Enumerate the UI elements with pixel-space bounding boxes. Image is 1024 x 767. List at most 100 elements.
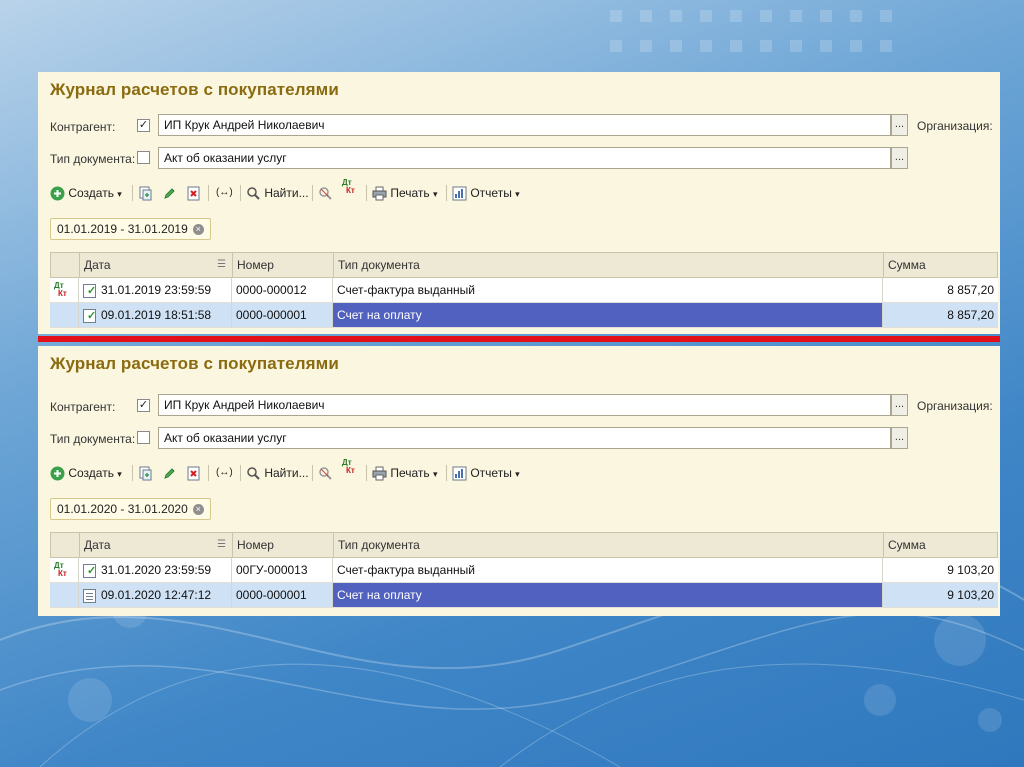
printer-icon (372, 186, 387, 201)
column-sum[interactable]: Сумма (883, 253, 999, 277)
refresh-button[interactable]: (↔) (216, 462, 233, 484)
row-date: 31.01.2020 23:59:59 (101, 563, 212, 577)
red-divider (38, 336, 1000, 342)
find-label: Найти... (264, 186, 309, 200)
plus-circle-icon (50, 186, 65, 201)
reports-button[interactable]: Отчеты ▾ (452, 182, 520, 204)
kontragent-field[interactable]: ИП Крук Андрей Николаевич (158, 114, 891, 136)
organization-label: Организация: (917, 119, 993, 133)
filter-icon: ☰ (217, 539, 226, 550)
toolbar: Создать ▾ (↔) Найти... Дт Кт Печать ▾ От… (50, 179, 990, 204)
period-text: 01.01.2019 - 31.01.2019 (57, 222, 188, 236)
refresh-button[interactable]: (↔) (216, 182, 233, 204)
dt-kt-icon: Дт Кт (342, 178, 355, 195)
row-doctype: Счет на оплату (332, 583, 882, 608)
dt-kt-icon: Дт Кт (54, 561, 67, 578)
column-doctype[interactable]: Тип документа (333, 253, 883, 277)
reports-label: Отчеты (470, 186, 512, 200)
period-filter[interactable]: 01.01.2020 - 31.01.2020 × (50, 498, 211, 520)
column-date[interactable]: Дата ☰ (79, 533, 232, 557)
print-button[interactable]: Печать ▾ (372, 182, 438, 204)
table-row[interactable]: Дт Кт ✓ 31.01.2019 23:59:59 0000-000012 Сч… (50, 278, 998, 303)
find-label: Найти... (264, 466, 309, 480)
clear-period-icon[interactable]: × (192, 504, 204, 516)
row-doctype: Счет-фактура выданный (332, 278, 882, 303)
reports-icon (452, 186, 467, 201)
pencil-icon (164, 188, 175, 200)
find-button[interactable]: Найти... (246, 182, 309, 204)
row-number: 00ГУ-000013 (231, 558, 332, 583)
column-sum[interactable]: Сумма (883, 533, 999, 557)
clear-period-icon[interactable]: × (192, 224, 204, 236)
delete-button[interactable] (186, 182, 201, 204)
create-label: Создать (68, 186, 114, 200)
table-row[interactable]: Дт Кт ✓ 31.01.2020 23:59:59 00ГУ-000013 Сч… (50, 558, 998, 583)
period-filter[interactable]: 01.01.2019 - 31.01.2019 × (50, 218, 211, 240)
doctype-checkbox[interactable] (137, 431, 150, 444)
document-posted-icon: ✓ (83, 563, 96, 578)
row-date: 09.01.2019 18:51:58 (101, 308, 212, 322)
dt-kt-button[interactable]: Дт Кт (342, 458, 355, 480)
documents-table: Дата ☰ Номер Тип документа Сумма Дт Кт ✓ 3… (50, 532, 998, 610)
document-posted-icon: ✓ (83, 283, 96, 298)
table-row-selected[interactable]: ✓ 09.01.2019 18:51:58 0000-000001 Счет на… (50, 303, 998, 328)
doctype-label: Тип документа: (50, 432, 136, 446)
column-number[interactable]: Номер (232, 533, 333, 557)
cancel-search-button[interactable] (318, 182, 333, 204)
dt-kt-button[interactable]: Дт Кт (342, 178, 355, 200)
edit-button[interactable] (162, 462, 177, 484)
kontragent-checkbox[interactable]: ✓ (137, 399, 150, 412)
toolbar: Создать ▾ (↔) Найти... Дт Кт Печать ▾ От… (50, 459, 990, 484)
kontragent-select-button[interactable]: ... (891, 114, 908, 136)
doctype-select-button[interactable]: ... (891, 427, 908, 449)
delete-icon (187, 466, 200, 481)
find-button[interactable]: Найти... (246, 462, 309, 484)
row-sum: 8 857,20 (882, 278, 998, 303)
copy-button[interactable] (138, 462, 153, 484)
plus-circle-icon (50, 466, 65, 481)
organization-label: Организация: (917, 399, 993, 413)
search-icon (247, 467, 260, 481)
documents-table: Дата ☰ Номер Тип документа Сумма Дт Кт ✓ 3… (50, 252, 998, 330)
doctype-field[interactable]: Акт об оказании услуг (158, 427, 891, 449)
row-number: 0000-000012 (231, 278, 332, 303)
edit-button[interactable] (162, 182, 177, 204)
row-sum: 9 103,20 (882, 558, 998, 583)
column-number[interactable]: Номер (232, 253, 333, 277)
kontragent-label: Контрагент: (50, 400, 116, 414)
print-label: Печать (390, 186, 430, 200)
doctype-label: Тип документа: (50, 152, 136, 166)
page-title: Журнал расчетов с покупателями (50, 80, 339, 99)
doctype-select-button[interactable]: ... (891, 147, 908, 169)
kontragent-checkbox[interactable]: ✓ (137, 119, 150, 132)
copy-icon (139, 466, 152, 481)
page-title: Журнал расчетов с покупателями (50, 354, 339, 373)
kontragent-label: Контрагент: (50, 120, 116, 134)
journal-panel-2019: Журнал расчетов с покупателями Контраген… (38, 72, 1000, 334)
create-label: Создать (68, 466, 114, 480)
cancel-search-button[interactable] (318, 462, 333, 484)
reports-label: Отчеты (470, 466, 512, 480)
copy-icon (139, 186, 152, 201)
reports-button[interactable]: Отчеты ▾ (452, 462, 520, 484)
create-button[interactable]: Создать ▾ (50, 182, 122, 204)
copy-button[interactable] (138, 182, 153, 204)
column-date[interactable]: Дата ☰ (79, 253, 232, 277)
search-cancel-icon (319, 467, 332, 481)
column-doctype[interactable]: Тип документа (333, 533, 883, 557)
row-doctype: Счет-фактура выданный (332, 558, 882, 583)
row-date: 31.01.2019 23:59:59 (101, 283, 212, 297)
table-row-selected[interactable]: 09.01.2020 12:47:12 0000-000001 Счет на … (50, 583, 998, 608)
doctype-checkbox[interactable] (137, 151, 150, 164)
doctype-field[interactable]: Акт об оказании услуг (158, 147, 891, 169)
kontragent-field[interactable]: ИП Крук Андрей Николаевич (158, 394, 891, 416)
filter-icon: ☰ (217, 259, 226, 270)
delete-button[interactable] (186, 462, 201, 484)
row-number: 0000-000001 (231, 303, 332, 328)
print-button[interactable]: Печать ▾ (372, 462, 438, 484)
delete-icon (187, 186, 200, 201)
document-unposted-icon (83, 588, 96, 603)
row-doctype: Счет на оплату (332, 303, 882, 328)
create-button[interactable]: Создать ▾ (50, 462, 122, 484)
kontragent-select-button[interactable]: ... (891, 394, 908, 416)
